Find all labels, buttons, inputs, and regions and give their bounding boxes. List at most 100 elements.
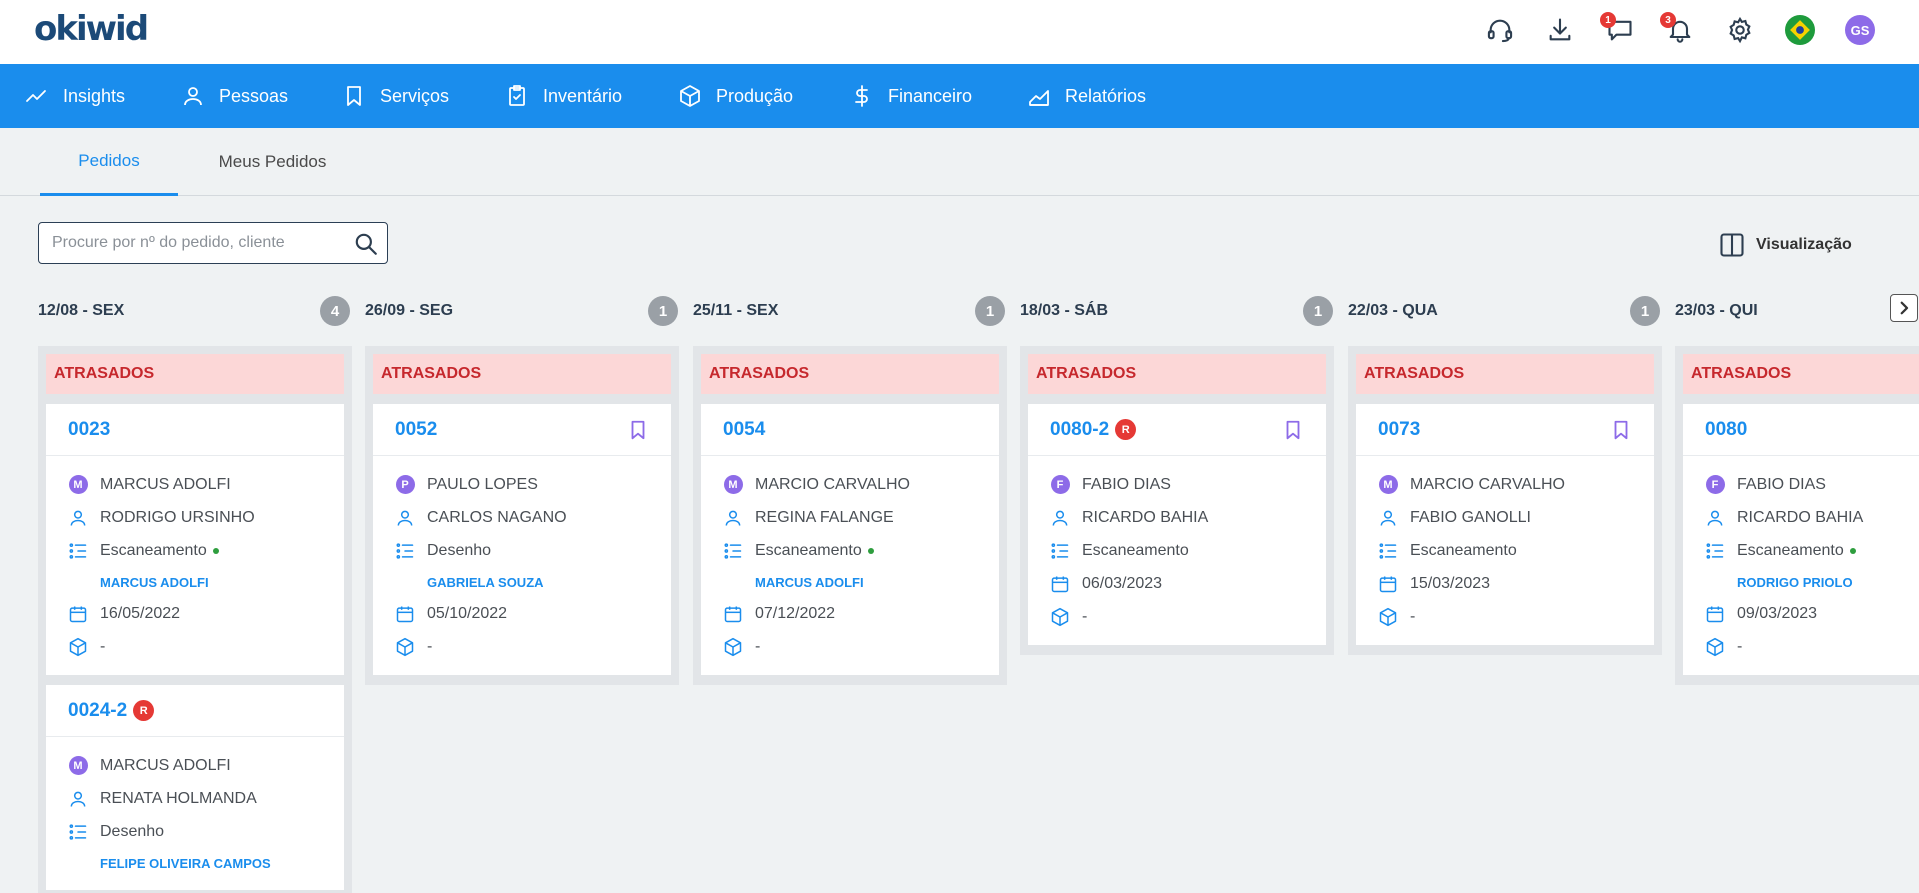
client-name: MARCIO CARVALHO (755, 475, 910, 493)
box-icon (1378, 607, 1398, 627)
assignee-link[interactable]: MARCUS ADOLFI (68, 567, 322, 597)
column-header: 26/09 - SEG 1 (365, 296, 678, 326)
column-header: 12/08 - SEX 4 (38, 296, 350, 326)
kanban-column: ATRASADOS 0080 F FABIO DIAS RICARDO BAHIA Esc… (1675, 346, 1919, 685)
card-body: M MARCUS ADOLFI RODRIGO URSINHO Escaneament… (46, 456, 344, 675)
dollar-icon (855, 85, 868, 107)
brazil-flag-icon (1785, 15, 1815, 45)
order-number[interactable]: 0054 (723, 419, 765, 441)
client-avatar: M (723, 475, 743, 495)
nav-label: Pessoas (219, 85, 289, 106)
card-body: F FABIO DIAS RICARDO BAHIA Escaneamento RODR… (1683, 456, 1919, 675)
kiwid-logo[interactable]: okiwid (34, 9, 149, 49)
date-row: 05/10/2022 (395, 597, 649, 630)
box-icon (395, 637, 415, 657)
date-row: 09/03/2023 (1705, 597, 1919, 630)
due-date: 07/12/2022 (755, 604, 836, 622)
patient-row: CARLOS NAGANO (395, 501, 649, 534)
bell-icon[interactable]: 3 (1660, 12, 1696, 46)
view-toggle-button[interactable]: Visualização (1718, 230, 1852, 260)
order-number[interactable]: 0023 (68, 419, 110, 441)
calendar-icon (395, 604, 415, 624)
logo-text: okiwid (34, 9, 149, 49)
kanban-column: ATRASADOS 0073 M MARCIO CARVALHO FABIO GANOL… (1348, 346, 1662, 655)
notification-badge: 3 (1660, 12, 1676, 28)
date-row: 07/12/2022 (723, 597, 977, 630)
stage-name: Escaneamento (100, 541, 207, 559)
order-card[interactable]: 0052 P PAULO LOPES CARLOS NAGANO Desenho GABR… (373, 404, 671, 675)
next-columns-button[interactable] (1890, 294, 1918, 322)
download-icon[interactable] (1544, 14, 1576, 46)
bookmark-icon (347, 86, 361, 106)
order-number[interactable]: 0073 (1378, 419, 1420, 441)
client-name: MARCIO CARVALHO (1410, 475, 1565, 493)
client-avatar: P (395, 475, 415, 495)
headset-icon[interactable] (1484, 14, 1516, 46)
user-menu[interactable]: GS (1844, 14, 1876, 46)
order-number[interactable]: 0024-2 (68, 700, 127, 722)
tab-pedidos[interactable]: Pedidos (40, 128, 178, 196)
tabs-bar: Pedidos Meus Pedidos (0, 128, 1919, 196)
stage-name: Desenho (100, 822, 165, 840)
list-icon (723, 541, 743, 561)
order-card[interactable]: 0054 M MARCIO CARVALHO REGINA FALANGE Escane… (701, 404, 999, 675)
nav-item-producao[interactable]: Produção (678, 64, 793, 128)
search-icon[interactable] (353, 231, 379, 257)
person-icon (723, 508, 743, 528)
product-value: - (427, 637, 433, 655)
nav-label: Inventário (543, 85, 623, 106)
tab-meus-pedidos[interactable]: Meus Pedidos (200, 128, 345, 196)
client-avatar: F (1050, 475, 1070, 495)
nav-item-insights[interactable]: Insights (25, 64, 125, 128)
clipboard-check-icon (509, 85, 525, 106)
nav-item-pessoas[interactable]: Pessoas (181, 64, 288, 128)
column-header: 23/03 - QUI (1675, 296, 1875, 326)
order-card[interactable]: 0024-2 R M MARCUS ADOLFI RENATA HOLMANDA Dese… (46, 685, 344, 890)
assignee-link[interactable]: GABRIELA SOUZA (395, 567, 649, 597)
kanban-column: ATRASADOS 0023 M MARCUS ADOLFI RODRIGO URSIN… (38, 346, 352, 893)
card-header: 0023 (46, 404, 344, 456)
nav-item-inventario[interactable]: Inventário (505, 64, 622, 128)
client-row: F FABIO DIAS (1705, 468, 1919, 501)
order-card[interactable]: 0023 M MARCUS ADOLFI RODRIGO URSINHO Escanea… (46, 404, 344, 675)
product-value: - (1737, 637, 1743, 655)
product-value: - (1410, 607, 1416, 625)
nav-label: Relatórios (1065, 85, 1147, 106)
client-name: FABIO DIAS (1737, 475, 1826, 493)
bookmark-icon[interactable] (1610, 419, 1632, 441)
column-date: 26/09 - SEG (365, 302, 454, 319)
client-avatar: M (68, 756, 88, 776)
nav-item-servicos[interactable]: Serviços (342, 64, 449, 128)
chat-icon[interactable]: 1 (1600, 12, 1636, 46)
bookmark-icon[interactable] (627, 419, 649, 441)
stage-name: Escaneamento (1737, 541, 1844, 559)
order-number[interactable]: 0052 (395, 419, 437, 441)
stage-row: Escaneamento (723, 534, 977, 567)
gear-icon[interactable] (1724, 14, 1756, 46)
product-value: - (1082, 607, 1088, 625)
late-section-header: ATRASADOS (1683, 354, 1919, 394)
nav-item-financeiro[interactable]: Financeiro (850, 64, 972, 128)
order-number[interactable]: 0080 (1705, 419, 1747, 441)
patient-row: RICARDO BAHIA (1705, 501, 1919, 534)
search-input[interactable] (52, 223, 342, 263)
order-number[interactable]: 0080-2 (1050, 419, 1109, 441)
bookmark-icon[interactable] (1282, 419, 1304, 441)
nav-label: Financeiro (888, 85, 973, 106)
assignee-link[interactable]: MARCUS ADOLFI (723, 567, 977, 597)
list-icon (395, 541, 415, 561)
assignee-link[interactable]: FELIPE OLIVEIRA CAMPOS (68, 848, 322, 878)
box-icon (68, 637, 88, 657)
nav-item-relatorios[interactable]: Relatórios (1027, 64, 1146, 128)
order-card[interactable]: 0080 F FABIO DIAS RICARDO BAHIA Escaneamento… (1683, 404, 1919, 675)
assignee-link[interactable]: RODRIGO PRIOLO (1705, 567, 1919, 597)
language-selector[interactable] (1784, 14, 1816, 46)
order-card[interactable]: 0080-2 R F FABIO DIAS RICARDO BAHIA Escaneame… (1028, 404, 1326, 645)
card-header: 0054 (701, 404, 999, 456)
order-card[interactable]: 0073 M MARCIO CARVALHO FABIO GANOLLI Escanea… (1356, 404, 1654, 645)
card-body: M MARCUS ADOLFI RENATA HOLMANDA Desenho FELI… (46, 737, 344, 890)
client-row: M MARCUS ADOLFI (68, 468, 322, 501)
column-count: 1 (648, 296, 678, 326)
client-name: MARCUS ADOLFI (100, 756, 231, 774)
client-avatar: F (1705, 475, 1725, 495)
